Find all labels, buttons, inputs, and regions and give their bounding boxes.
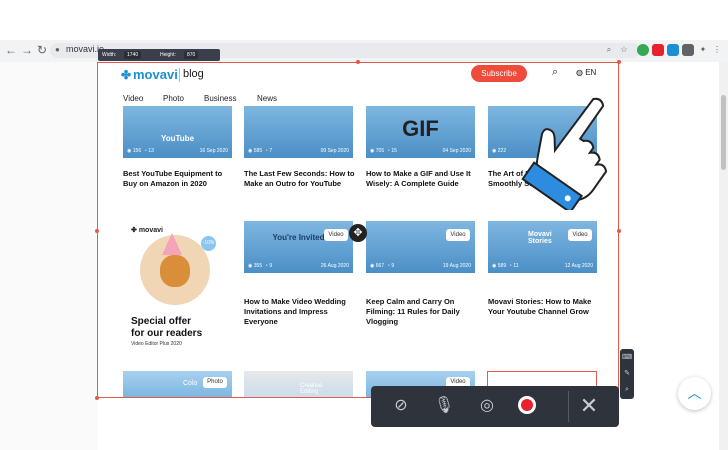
menu-icon[interactable]: ⋮ — [711, 44, 723, 56]
height-input[interactable]: 870 — [184, 51, 199, 59]
capture-size-bar: Width: 1740 Height: 870 — [98, 49, 220, 61]
scroll-to-top-button[interactable]: ︿ — [678, 377, 711, 410]
resize-handle[interactable] — [95, 229, 99, 233]
zoom-icon[interactable]: ⌕ — [620, 383, 634, 397]
extension-blue-icon[interactable] — [667, 44, 679, 56]
scrollbar-thumb[interactable] — [721, 95, 726, 170]
extension-red-icon[interactable] — [652, 44, 664, 56]
pointer-hand-icon — [512, 80, 642, 214]
resize-handle[interactable] — [617, 60, 621, 64]
back-icon[interactable]: ← — [4, 43, 18, 57]
forward-icon[interactable]: → — [20, 43, 34, 57]
zoom-icon[interactable]: ⌕ — [603, 44, 615, 56]
width-input[interactable]: 1740 — [124, 51, 142, 59]
width-label: Width: — [102, 52, 117, 58]
keyboard-icon[interactable]: ⌨ — [620, 351, 634, 365]
webcam-off-icon[interactable]: ⊘ — [387, 392, 415, 420]
microphone-off-icon[interactable]: 🎙 — [430, 392, 458, 420]
puzzle-icon[interactable]: ✦ — [697, 44, 709, 56]
system-audio-off-icon[interactable]: ◎ — [473, 392, 501, 420]
extension-gray-icon[interactable] — [682, 44, 694, 56]
reload-icon[interactable]: ↻ — [35, 43, 49, 57]
side-tools: ⌨ ✎ ⌕ — [620, 349, 634, 399]
tab-strip — [0, 0, 728, 40]
record-icon — [521, 399, 533, 411]
resize-handle[interactable] — [356, 60, 360, 64]
resize-handle[interactable] — [95, 396, 99, 400]
toolbar-divider — [568, 391, 569, 422]
lock-icon: ● — [55, 45, 60, 54]
height-label: Height: — [160, 52, 176, 58]
close-icon[interactable]: ✕ — [575, 392, 603, 420]
chevron-up-icon: ︿ — [687, 385, 702, 401]
page-margin — [0, 62, 98, 450]
extension-green-icon[interactable] — [637, 44, 649, 56]
draw-icon[interactable]: ✎ — [620, 367, 634, 381]
record-button[interactable] — [518, 396, 536, 414]
resize-handle[interactable] — [617, 229, 621, 233]
move-icon[interactable]: ✥ — [349, 224, 367, 242]
bookmark-star-icon[interactable]: ☆ — [618, 44, 630, 56]
